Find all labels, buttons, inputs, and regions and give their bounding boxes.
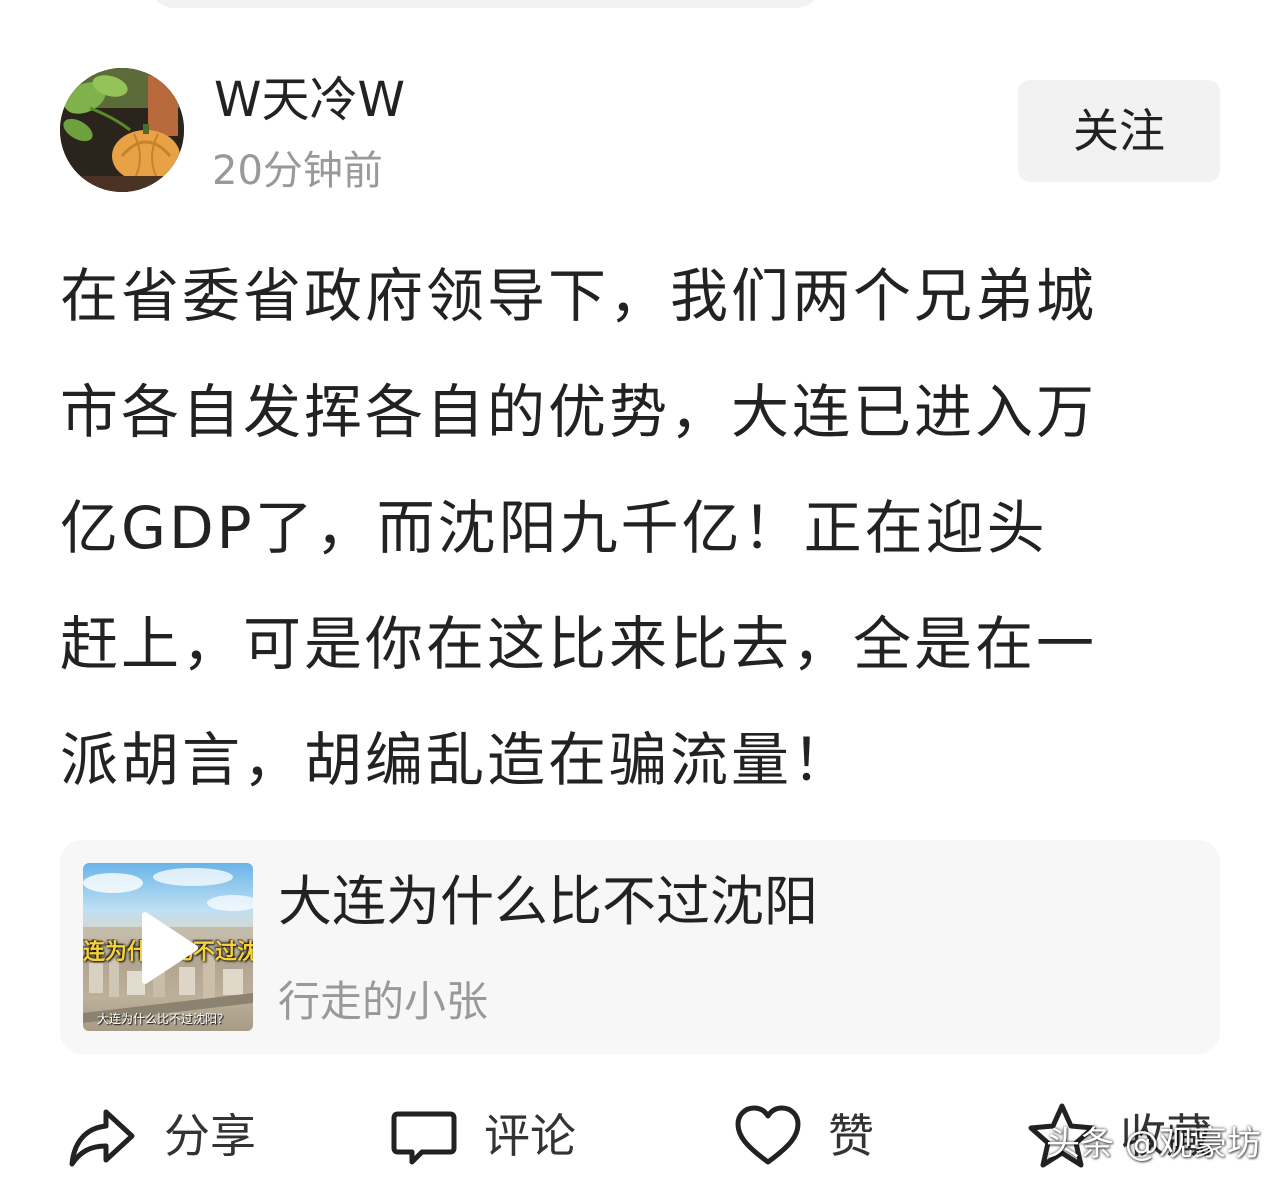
post-text-line: 派胡言，胡编乱造在骗流量！ xyxy=(60,726,854,794)
like-button[interactable]: 赞 xyxy=(732,1086,882,1186)
comment-label: 评论 xyxy=(484,1109,576,1163)
share-button[interactable]: 分享 xyxy=(66,1086,276,1186)
post-text-line: 市各自发挥各自的优势，大连已进入万 xyxy=(60,378,1098,446)
comment-button[interactable]: 评论 xyxy=(388,1086,588,1186)
video-thumbnail[interactable]: 连为什么比不过沈 大连为什么比不过沈阳？ xyxy=(83,863,253,1031)
post-text-line: 赶上，可是你在这比来比去，全是在一 xyxy=(60,610,1098,678)
heart-icon xyxy=(735,1105,801,1165)
share-icon xyxy=(69,1109,135,1167)
linked-card-title[interactable]: 大连为什么比不过沈阳 xyxy=(278,866,818,938)
post-text-line: 在省委省政府领导下，我们两个兄弟城 xyxy=(60,262,1098,330)
author-name[interactable]: W天冷W xyxy=(214,70,405,130)
follow-button[interactable]: 关注 xyxy=(1018,80,1220,182)
comment-icon xyxy=(391,1111,457,1165)
like-label: 赞 xyxy=(828,1109,874,1163)
post-time: 20分钟前 xyxy=(212,148,383,194)
watermark: 头条 @观豪坊 xyxy=(1046,1124,1261,1164)
post-text: 在省委省政府领导下，我们两个兄弟城 市各自发挥各自的优势，大连已进入万 亿GDP… xyxy=(60,238,1222,818)
search-bar-edge[interactable] xyxy=(150,0,820,8)
avatar[interactable] xyxy=(60,68,184,192)
post-text-line: 亿GDP了，而沈阳九千亿！正在迎头 xyxy=(60,494,1048,562)
linked-card-source: 行走的小张 xyxy=(278,977,489,1026)
linked-video-card[interactable]: 连为什么比不过沈 大连为什么比不过沈阳？ 大连为什么比不过沈阳 行走的小张 xyxy=(60,840,1220,1054)
avatar-image xyxy=(60,68,184,192)
play-icon[interactable] xyxy=(83,863,253,1031)
share-label: 分享 xyxy=(164,1109,256,1163)
